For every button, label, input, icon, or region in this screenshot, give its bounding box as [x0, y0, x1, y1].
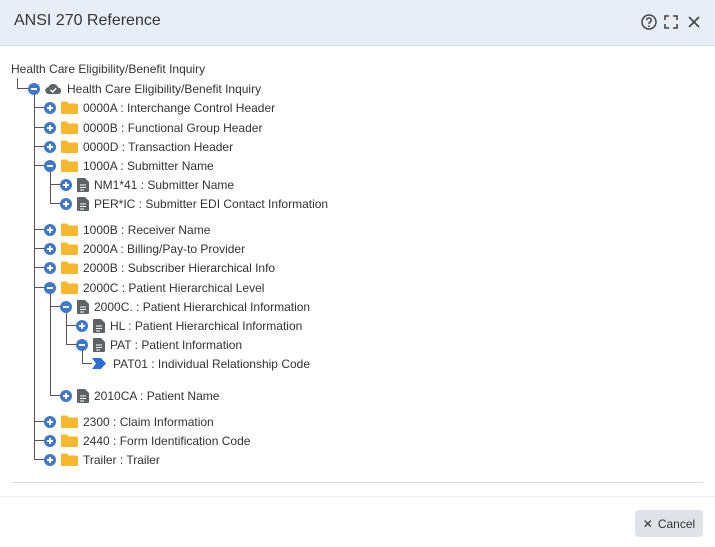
collapse-toggle-icon[interactable]: [44, 281, 56, 294]
expand-toggle-icon[interactable]: [44, 434, 56, 447]
tree-node-label: 0000A : Interchange Control Header: [83, 100, 276, 115]
content-divider: [11, 482, 703, 483]
element-tag-icon: [92, 358, 106, 369]
folder-icon: [61, 121, 78, 134]
cloud-check-icon: [45, 83, 62, 94]
collapse-toggle-icon[interactable]: [44, 159, 56, 172]
tree-node-label: 2300 : Claim Information: [83, 414, 214, 429]
document-icon: [77, 388, 89, 403]
expand-toggle-icon[interactable]: [44, 242, 56, 255]
expand-toggle-icon[interactable]: [60, 197, 72, 210]
tree-node-2000B[interactable]: 2000B : Subscriber Hierarchical Info: [44, 258, 275, 277]
tree-node-2010CA[interactable]: 2010CA : Patient Name: [60, 386, 219, 405]
tree-node-2000A[interactable]: 2000A : Billing/Pay-to Provider: [44, 239, 245, 258]
expand-toggle-icon[interactable]: [44, 453, 56, 466]
folder-icon: [61, 453, 78, 466]
ansi-tree: Health Care Eligibility/Benefit Inquiry …: [0, 0, 715, 480]
document-icon: [93, 318, 105, 333]
tree-node-NM1[interactable]: NM1*41 : Submitter Name: [60, 175, 234, 194]
tree-node-2440[interactable]: 2440 : Form Identification Code: [44, 431, 250, 450]
tree-node-label: 2000C : Patient Hierarchical Level: [83, 280, 265, 295]
collapse-toggle-icon[interactable]: [76, 338, 88, 351]
expand-toggle-icon[interactable]: [60, 389, 72, 402]
expand-toggle-icon[interactable]: [44, 415, 56, 428]
tree-node-PAT[interactable]: PAT : Patient Information: [76, 335, 242, 354]
tree-node-label: 0000D : Transaction Header: [83, 139, 234, 154]
cancel-button[interactable]: ✕ Cancel: [635, 510, 703, 537]
tree-node-label: 2440 : Form Identification Code: [83, 433, 251, 448]
expand-toggle-icon[interactable]: [44, 101, 56, 114]
footer-divider: [0, 496, 715, 497]
expand-toggle-icon[interactable]: [44, 121, 56, 134]
expand-toggle-icon[interactable]: [44, 223, 56, 236]
tree-node-2000C[interactable]: 2000C : Patient Hierarchical Level: [44, 278, 264, 297]
tree-node-label: Trailer : Trailer: [83, 452, 160, 467]
tree-node-0000D[interactable]: 0000D : Transaction Header: [44, 137, 233, 156]
folder-icon: [61, 415, 78, 428]
tree-node-label: PAT01 : Individual Relationship Code: [113, 356, 311, 371]
tree-node-label: PER*IC : Submitter EDI Contact Informati…: [94, 196, 329, 211]
folder-icon: [61, 101, 78, 114]
tree-node-0000A[interactable]: 0000A : Interchange Control Header: [44, 98, 275, 117]
folder-icon: [61, 434, 78, 447]
tree-node-2000C-dot[interactable]: 2000C. : Patient Hierarchical Informatio…: [60, 297, 310, 316]
tree-node-label: 2000A : Billing/Pay-to Provider: [83, 241, 246, 256]
tree-node-label: NM1*41 : Submitter Name: [94, 177, 235, 192]
document-icon: [77, 299, 89, 314]
folder-icon: [61, 281, 78, 294]
document-icon: [93, 337, 105, 352]
tree-node-2300[interactable]: 2300 : Claim Information: [44, 412, 214, 431]
close-icon: ✕: [642, 516, 653, 531]
tree-node-label: Health Care Eligibility/Benefit Inquiry: [67, 81, 262, 96]
folder-icon: [61, 159, 78, 172]
expand-toggle-icon[interactable]: [44, 261, 56, 274]
folder-icon: [61, 223, 78, 236]
tree-node-1000A[interactable]: 1000A : Submitter Name: [44, 156, 214, 175]
folder-icon: [61, 242, 78, 255]
tree-node-label: PAT : Patient Information: [110, 337, 243, 352]
tree-node-HL[interactable]: HL : Patient Hierarchical Information: [76, 316, 302, 335]
expand-toggle-icon[interactable]: [44, 140, 56, 153]
tree-node-label: HL : Patient Hierarchical Information: [110, 318, 303, 333]
tree-node-root[interactable]: Health Care Eligibility/Benefit Inquiry: [28, 79, 261, 98]
tree-node-label: 1000B : Receiver Name: [83, 222, 211, 237]
cancel-label: Cancel: [657, 516, 696, 531]
expand-toggle-icon[interactable]: [60, 178, 72, 191]
tree-node-PER[interactable]: PER*IC : Submitter EDI Contact Informati…: [60, 194, 328, 213]
folder-icon: [61, 140, 78, 153]
collapse-toggle-icon[interactable]: [60, 300, 72, 313]
tree-node-label: 2010CA : Patient Name: [94, 388, 220, 403]
tree-node-0000B[interactable]: 0000B : Functional Group Header: [44, 118, 262, 137]
document-icon: [77, 177, 89, 192]
tree-node-label: 2000B : Subscriber Hierarchical Info: [83, 260, 276, 275]
expand-toggle-icon[interactable]: [76, 319, 88, 332]
tree-node-label: 2000C. : Patient Hierarchical Informatio…: [94, 299, 311, 314]
tree-node-label: 0000B : Functional Group Header: [83, 120, 263, 135]
collapse-toggle-icon[interactable]: [28, 82, 40, 95]
document-icon: [77, 196, 89, 211]
folder-icon: [61, 261, 78, 274]
tree-node-trailer[interactable]: Trailer : Trailer: [44, 450, 160, 469]
tree-node-label: 1000A : Submitter Name: [83, 158, 214, 173]
tree-node-PAT01[interactable]: PAT01 : Individual Relationship Code: [92, 354, 310, 373]
tree-node-1000B[interactable]: 1000B : Receiver Name: [44, 220, 210, 239]
